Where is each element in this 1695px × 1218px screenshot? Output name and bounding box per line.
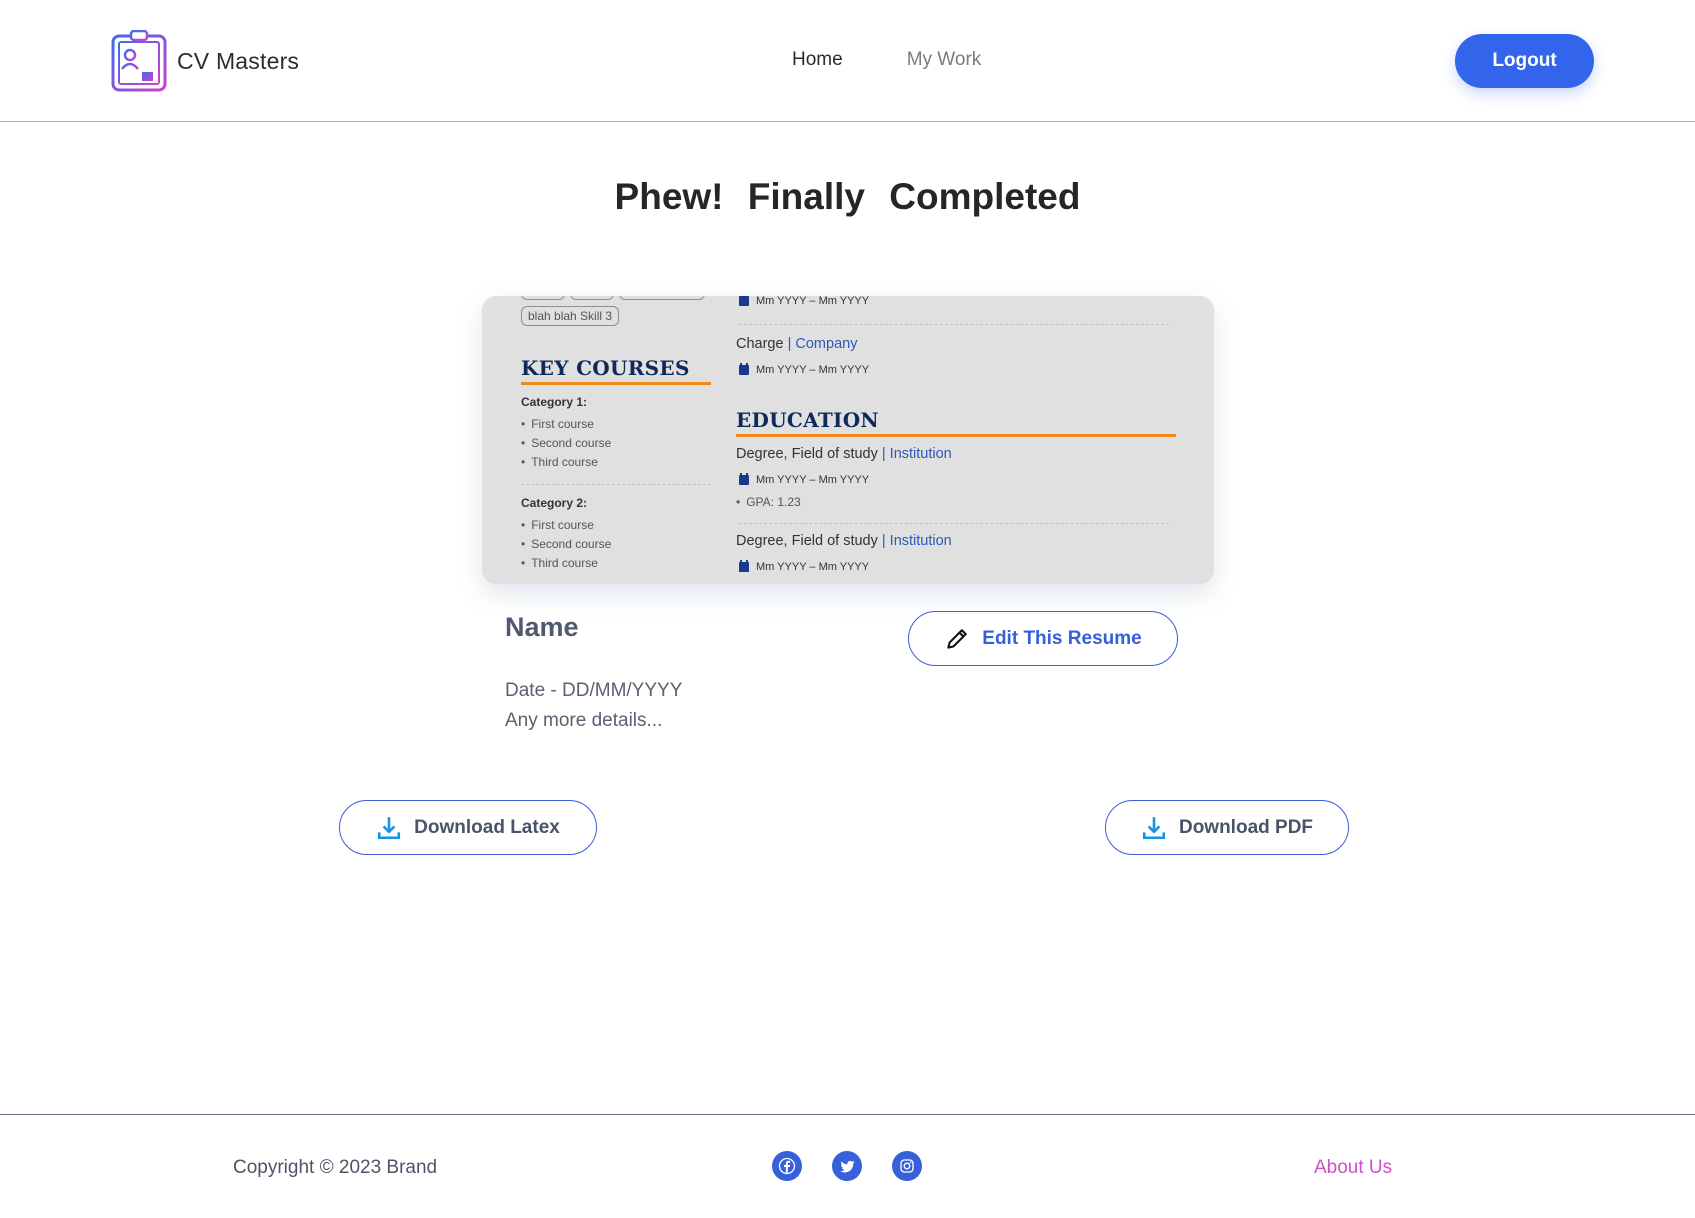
edit-resume-label: Edit This Resume xyxy=(982,627,1142,649)
date-row: Mm YYYY – Mm YYYY xyxy=(739,473,870,486)
divider xyxy=(739,523,1169,524)
experience-role: Charge xyxy=(736,336,784,352)
education-entry-title: Degree, Field of study | Institution xyxy=(736,446,952,462)
top-navbar: CV Masters Home My Work Logout xyxy=(0,0,1695,122)
degree-text: Degree, Field of study xyxy=(736,446,878,462)
instagram-icon[interactable] xyxy=(892,1151,922,1181)
company-link[interactable]: | Company xyxy=(788,336,858,352)
calendar-icon xyxy=(739,363,749,375)
copyright-text: Copyright © 2023 Brand xyxy=(233,1157,438,1178)
institution-link[interactable]: | Institution xyxy=(882,446,952,462)
date-text: Mm YYYY – Mm YYYY xyxy=(756,364,870,376)
calendar-icon xyxy=(739,473,749,485)
key-courses-heading: KEY COURSES xyxy=(521,356,690,380)
education-heading: EDUCATION xyxy=(736,408,880,432)
divider xyxy=(739,324,1169,325)
download-pdf-label: Download PDF xyxy=(1178,816,1314,838)
skill-tag xyxy=(521,296,565,300)
twitter-icon[interactable] xyxy=(832,1151,862,1181)
resume-name: Name xyxy=(505,612,579,642)
date-row: Mm YYYY – Mm YYYY xyxy=(739,363,870,376)
degree-text: Degree, Field of study xyxy=(736,533,878,549)
social-links xyxy=(772,1151,922,1181)
skill-tag: blah blah Skill 3 xyxy=(521,306,620,326)
calendar-icon xyxy=(739,296,749,306)
category-label: Category 2: xyxy=(521,496,588,510)
twitter-glyph xyxy=(839,1160,855,1172)
date-row: Mm YYYY – Mm YYYY xyxy=(739,560,870,573)
date-text: Mm YYYY – Mm YYYY xyxy=(756,474,870,486)
download-icon xyxy=(378,816,401,839)
page-title: Phew! Finally Completed xyxy=(614,176,1081,217)
nav-my-work-link[interactable]: My Work xyxy=(907,49,982,71)
date-text: Mm YYYY – Mm YYYY xyxy=(756,296,870,307)
section-underline xyxy=(736,434,1176,437)
experience-entry-title: Charge | Company xyxy=(736,336,857,352)
gpa-item: GPA: 1.23 xyxy=(736,495,800,509)
course-item: First course xyxy=(521,417,594,431)
category-label: Category 1: xyxy=(521,395,588,409)
facebook-glyph xyxy=(778,1157,796,1175)
brand-name: CV Masters xyxy=(177,47,300,74)
date-row: Mm YYYY – Mm YYYY xyxy=(739,296,869,307)
brand[interactable]: CV Masters xyxy=(111,30,299,92)
download-pdf-button[interactable]: Download PDF xyxy=(1105,800,1349,855)
skill-tag xyxy=(570,296,614,300)
edit-resume-button[interactable]: Edit This Resume xyxy=(908,611,1178,666)
footer: Copyright © 2023 Brand About Us xyxy=(0,1114,1695,1218)
download-latex-button[interactable]: Download Latex xyxy=(339,800,597,855)
facebook-icon[interactable] xyxy=(772,1151,802,1181)
education-entry-title: Degree, Field of study | Institution xyxy=(736,533,952,549)
resume-details: Any more details... xyxy=(505,710,663,731)
course-item: First course xyxy=(521,518,594,532)
calendar-icon xyxy=(739,560,749,572)
course-item: Second course xyxy=(521,436,611,450)
course-item: Third course xyxy=(521,455,598,469)
resume-date: Date - DD/MM/YYYY xyxy=(505,680,683,701)
divider xyxy=(521,484,711,485)
logout-button[interactable]: Logout xyxy=(1455,34,1594,88)
nav-home-link[interactable]: Home xyxy=(792,49,843,71)
skill-tag xyxy=(619,296,705,300)
course-item: Third course xyxy=(521,556,598,570)
resume-preview[interactable]: blah blah Skill 3 KEY COURSES Category 1… xyxy=(482,296,1214,584)
date-text: Mm YYYY – Mm YYYY xyxy=(756,561,870,573)
course-item: Second course xyxy=(521,537,611,551)
pencil-icon xyxy=(947,628,968,649)
download-latex-label: Download Latex xyxy=(414,816,560,838)
download-icon xyxy=(1142,816,1166,839)
institution-link[interactable]: | Institution xyxy=(882,533,952,549)
section-underline xyxy=(521,382,711,385)
main-nav: Home My Work xyxy=(792,49,981,71)
instagram-glyph xyxy=(900,1159,914,1173)
resume-logo-icon xyxy=(111,30,167,92)
about-us-link[interactable]: About Us xyxy=(1314,1157,1392,1179)
